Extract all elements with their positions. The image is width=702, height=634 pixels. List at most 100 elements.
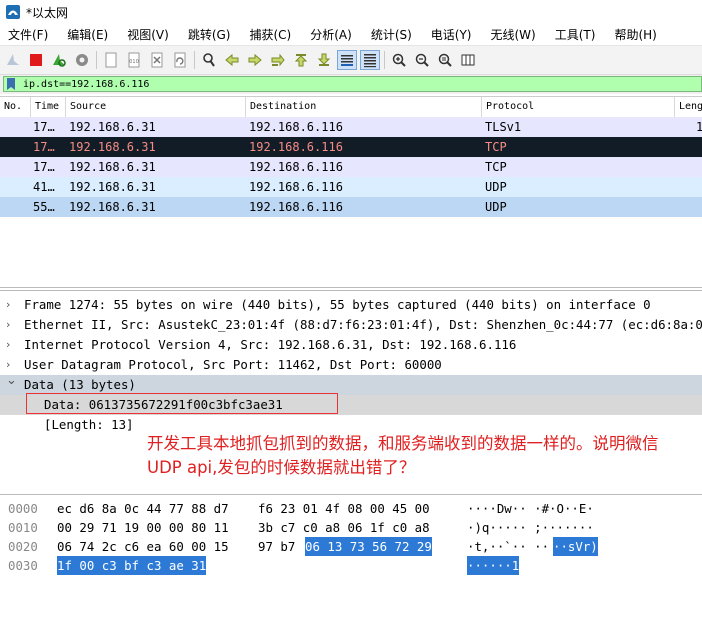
packet-row[interactable]: 17… 192.168.6.31 192.168.6.116 TCP: [0, 157, 702, 177]
ascii-bytes[interactable]: ····Dw·· ·#·O··E·: [467, 499, 594, 518]
display-filter-text[interactable]: ip.dst==192.168.6.116: [23, 79, 149, 90]
detail-row[interactable]: › User Datagram Protocol, Src Port: 11462…: [0, 355, 702, 375]
open-file-button[interactable]: [101, 50, 121, 70]
menu-item[interactable]: 视图(V): [127, 26, 169, 43]
packet-cell-protocol: UDP: [485, 200, 507, 214]
column-header-protocol[interactable]: Protocol: [481, 97, 674, 117]
packet-cell-time: 41…: [33, 180, 55, 194]
go-first-packet-button[interactable]: [291, 50, 311, 70]
hex-offset: 0010: [8, 520, 38, 535]
column-header-destination[interactable]: Destination: [245, 97, 481, 117]
ascii-bytes[interactable]: ·t,··`·· ··: [467, 537, 549, 556]
menu-item[interactable]: 工具(T): [555, 26, 596, 43]
packet-cell-protocol: TCP: [485, 140, 507, 154]
menu-item[interactable]: 编辑(E): [67, 26, 108, 43]
find-packet-button[interactable]: [199, 50, 219, 70]
menu-item[interactable]: 统计(S): [371, 26, 412, 43]
column-header-length[interactable]: Leng: [674, 97, 702, 117]
close-file-icon: [151, 52, 163, 68]
zoom-out-icon: [415, 53, 429, 67]
detail-text: Ethernet II, Src: AsustekC_23:01:4f (88:…: [24, 317, 702, 332]
hex-bytes[interactable]: 3b c7 c0 a8 06 1f c0 a8: [258, 518, 430, 537]
colorize-button[interactable]: [360, 50, 380, 70]
chevron-right-icon[interactable]: ›: [6, 315, 16, 335]
packet-details-pane: › Frame 1274: 55 bytes on wire (440 bits)…: [0, 290, 702, 491]
shark-fin-start-icon: [7, 54, 19, 65]
detail-row[interactable]: › Frame 1274: 55 bytes on wire (440 bits)…: [0, 295, 702, 315]
restart-icon: [53, 54, 66, 67]
start-capture-button[interactable]: [3, 50, 23, 70]
hex-bytes-selected[interactable]: 1f 00 c3 bf c3 ae 31: [57, 556, 207, 575]
auto-scroll-button[interactable]: [337, 50, 357, 70]
column-header-time[interactable]: Time: [30, 97, 65, 117]
resize-columns-button[interactable]: [458, 50, 478, 70]
packet-row[interactable]: 17… 192.168.6.31 192.168.6.116 TLSv1 1: [0, 117, 702, 137]
detail-text: User Datagram Protocol, Src Port: 11462,…: [24, 357, 442, 372]
menu-item[interactable]: 捕获(C): [249, 26, 291, 43]
chevron-right-icon[interactable]: ›: [6, 335, 16, 355]
packet-cell-destination: 192.168.6.116: [249, 160, 343, 174]
zoom-reset-button[interactable]: [435, 50, 455, 70]
go-to-packet-button[interactable]: [268, 50, 288, 70]
restart-capture-button[interactable]: [49, 50, 69, 70]
go-back-icon: [225, 53, 239, 67]
menu-item[interactable]: 帮助(H): [614, 26, 656, 43]
hex-bytes[interactable]: 00 29 71 19 00 00 80 11: [57, 518, 229, 537]
hex-bytes[interactable]: 97 b7: [258, 537, 295, 556]
packet-cell-destination: 192.168.6.116: [249, 120, 343, 134]
detail-row[interactable]: › Internet Protocol Version 4, Src: 192.1…: [0, 335, 702, 355]
close-file-button[interactable]: [147, 50, 167, 70]
hex-row: 0000 ec d6 8a 0c 44 77 88 d7 f6 23 01 4f 0…: [0, 499, 702, 518]
zoom-in-button[interactable]: [389, 50, 409, 70]
go-back-button[interactable]: [222, 50, 242, 70]
packet-row[interactable]: 17… 192.168.6.31 192.168.6.116 TCP: [0, 137, 702, 157]
display-filter-input[interactable]: ip.dst==192.168.6.116: [3, 76, 702, 92]
find-icon: [203, 53, 215, 67]
reload-icon: [174, 52, 186, 68]
display-filter-bar: ip.dst==192.168.6.116: [0, 75, 702, 94]
packet-row[interactable]: 41… 192.168.6.31 192.168.6.116 UDP: [0, 177, 702, 197]
capture-options-button[interactable]: [72, 50, 92, 70]
menu-item[interactable]: 分析(A): [310, 26, 352, 43]
open-file-icon: [105, 52, 117, 68]
reload-file-button[interactable]: [170, 50, 190, 70]
hex-bytes[interactable]: ec d6 8a 0c 44 77 88 d7: [57, 499, 229, 518]
ascii-bytes-selected[interactable]: ······1: [467, 556, 520, 575]
menu-item[interactable]: 无线(W): [491, 26, 536, 43]
save-file-icon: 010: [128, 52, 140, 68]
resize-columns-icon: [461, 54, 475, 66]
bookmark-icon[interactable]: [5, 77, 17, 91]
go-last-packet-button[interactable]: [314, 50, 334, 70]
go-forward-button[interactable]: [245, 50, 265, 70]
chevron-right-icon[interactable]: ›: [6, 295, 16, 315]
menu-item[interactable]: 跳转(G): [188, 26, 231, 43]
hex-bytes[interactable]: f6 23 01 4f 08 00 45 00: [258, 499, 430, 518]
packet-row[interactable]: 55… 192.168.6.31 192.168.6.116 UDP: [0, 197, 702, 217]
packet-cell-time: 55…: [33, 200, 55, 214]
go-forward-icon: [248, 53, 262, 67]
save-file-button[interactable]: 010: [124, 50, 144, 70]
menu-bar: 文件(F) 编辑(E) 视图(V) 跳转(G) 捕获(C) 分析(A) 统计(S) 电话(Y)…: [0, 24, 702, 44]
wireshark-app-icon: [6, 5, 20, 19]
packet-cell-protocol: TCP: [485, 160, 507, 174]
colorize-icon: [364, 54, 376, 68]
column-header-no[interactable]: No.: [0, 97, 30, 117]
chevron-down-icon[interactable]: ⌄: [6, 371, 17, 391]
hex-bytes[interactable]: 06 74 2c c6 ea 60 00 15: [57, 537, 229, 556]
hex-bytes-selected[interactable]: 06 13 73 56 72 29: [305, 537, 432, 556]
detail-row[interactable]: ⌄ Data (13 bytes): [0, 373, 702, 395]
menu-item[interactable]: 文件(F): [8, 26, 48, 43]
go-first-icon: [294, 54, 308, 67]
hex-row: 0010 00 29 71 19 00 00 80 11 3b c7 c0 a8 0…: [0, 518, 702, 537]
menu-item[interactable]: 电话(Y): [431, 26, 472, 43]
ascii-bytes[interactable]: ·)q····· ;·······: [467, 518, 594, 537]
column-header-source[interactable]: Source: [65, 97, 245, 117]
detail-text: [Length: 13]: [44, 417, 134, 432]
packet-cell-protocol: UDP: [485, 180, 507, 194]
packet-cell-destination: 192.168.6.116: [249, 200, 343, 214]
hex-offset: 0030: [8, 558, 38, 573]
detail-row[interactable]: › Ethernet II, Src: AsustekC_23:01:4f (88…: [0, 315, 702, 335]
ascii-bytes-selected[interactable]: ··sVr): [553, 537, 598, 556]
zoom-out-button[interactable]: [412, 50, 432, 70]
stop-capture-button[interactable]: [26, 50, 46, 70]
